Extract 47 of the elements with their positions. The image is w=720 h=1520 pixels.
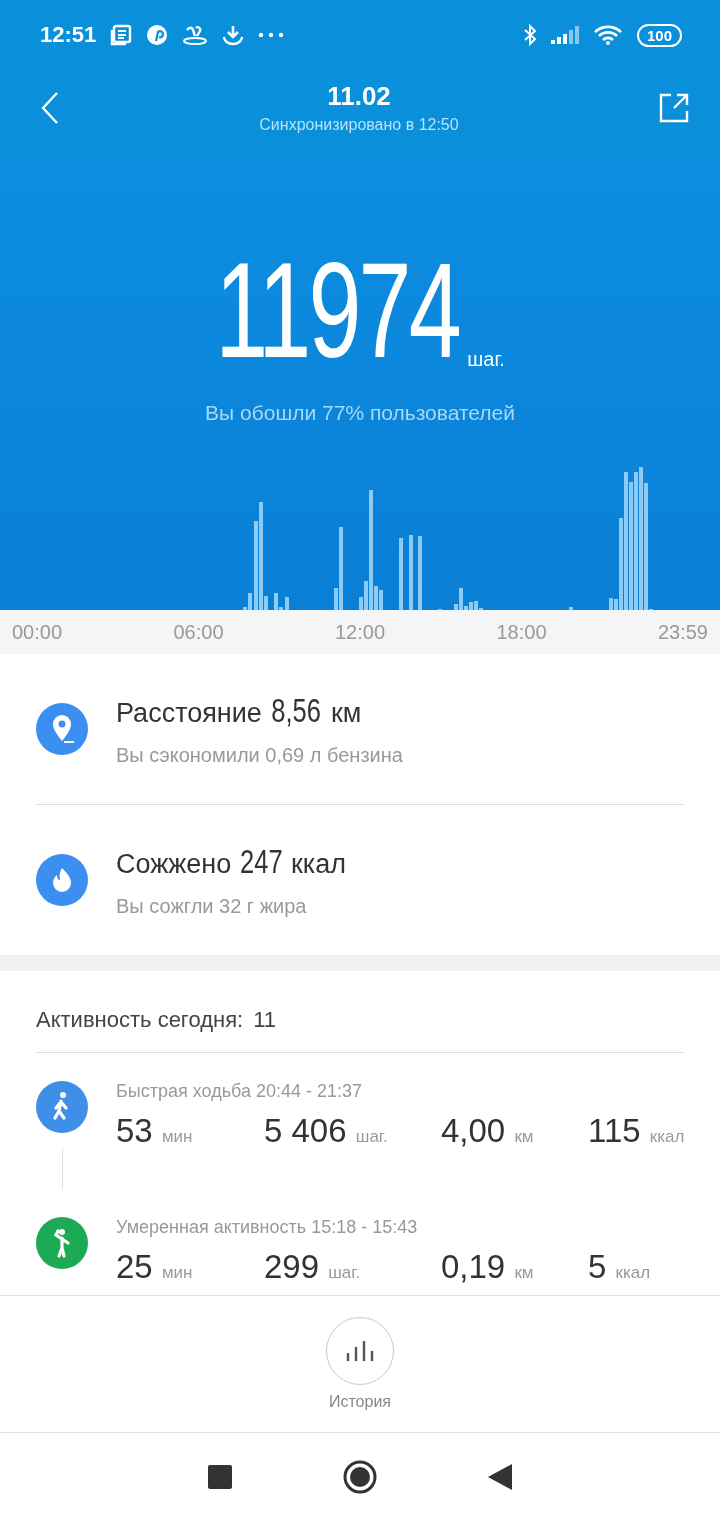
activity-count: 11 [253,1006,277,1033]
app-icon [182,24,209,46]
activity-stat: 0,19 км [441,1248,535,1286]
status-time: 12:51 [40,22,97,48]
activity-title: Быстрая ходьба 20:44 - 21:37 [116,1081,364,1102]
bar-chart-icon [345,1339,375,1363]
histogram-bar [399,538,403,610]
summary-text: Сожжено 247 ккал [116,842,346,881]
recents-button[interactable] [208,1464,232,1489]
activity-stat: 299 шаг. [264,1248,362,1286]
axis-label: 00:00 [12,620,63,644]
home-button[interactable] [342,1458,378,1495]
signal-icon [550,26,579,44]
summary-note: Вы сожгли 32 г жира [116,895,308,918]
more-icon [258,32,285,38]
date-title: 11.02 [327,81,391,112]
sync-status: Синхронизировано в 12:50 [259,116,459,134]
share-button[interactable] [658,91,690,124]
activity-stat: 115 ккал [588,1112,686,1150]
activity-stat: 5 406 шаг. [264,1112,389,1150]
activity-stat: 5 ккал [588,1248,652,1286]
comparison-text: Вы обошли 77% пользователей [205,401,515,425]
bluetooth-icon [522,24,537,46]
step-unit: шаг. [467,348,505,371]
axis-label: 23:59 [657,620,708,644]
summary-text: Расстояние 8,56 км [116,691,363,730]
location-pin-icon [36,703,88,755]
axis-label: 18:00 [496,620,547,644]
wifi-icon [592,24,623,46]
history-label: История [328,1393,391,1411]
activity-stat: 4,00 км [441,1112,535,1150]
activity-title: Умеренная активность 15:18 - 15:43 [116,1217,419,1238]
activity-stat: 53 мин [116,1112,194,1150]
battery-indicator: 100 [636,23,682,47]
step-count: 11974 [215,255,460,365]
back-button[interactable] [40,90,60,125]
summary-note: Вы сэкономили 0,69 л бензина [116,744,403,767]
download-icon [222,24,245,46]
histogram-bar [285,597,289,610]
back-nav-button[interactable] [488,1463,512,1490]
activity-stat: 25 мин [116,1248,194,1286]
axis-label: 12:00 [334,620,386,644]
flame-icon [36,854,88,906]
pin-circle-icon [146,24,169,46]
axis-label: 06:00 [173,620,224,644]
activity-label: Активность сегодня: [36,1006,244,1033]
news-icon [110,24,133,46]
